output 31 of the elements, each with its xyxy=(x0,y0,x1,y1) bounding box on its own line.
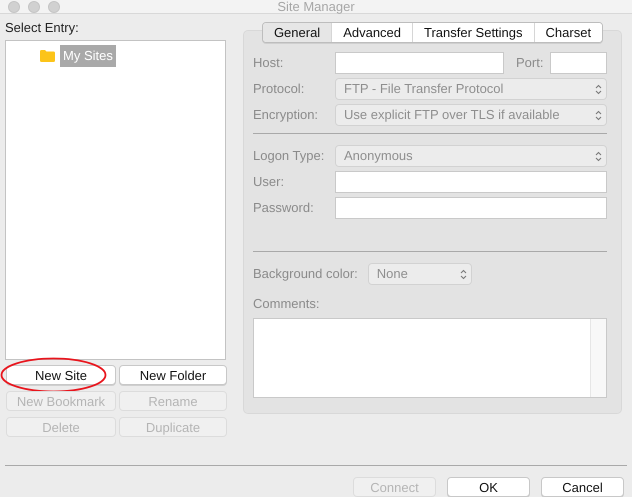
comments-field[interactable] xyxy=(253,318,607,398)
chevron-icon xyxy=(460,268,467,280)
dialog-button[interactable]: OK xyxy=(447,477,530,497)
chevron-icon xyxy=(595,110,602,120)
entry-button[interactable]: New Site xyxy=(6,365,116,385)
field-label: User: xyxy=(253,173,286,192)
input-field[interactable] xyxy=(335,52,504,74)
tab[interactable]: General xyxy=(262,23,332,42)
tree-item[interactable]: My Sites xyxy=(60,45,116,66)
chevron-icon xyxy=(595,84,602,94)
chevron-icon xyxy=(595,150,602,162)
field-label: Port: xyxy=(516,54,544,72)
dialog-button[interactable]: Cancel xyxy=(541,477,624,497)
field-label: Comments: xyxy=(253,296,320,312)
field-label: Logon Type: xyxy=(253,147,326,166)
window-control-icon[interactable] xyxy=(8,0,20,12)
field-label: Background color: xyxy=(253,266,358,282)
input-field[interactable] xyxy=(335,171,607,193)
folder-icon xyxy=(40,50,55,62)
input-field[interactable] xyxy=(550,52,607,74)
field-label: Host: xyxy=(253,54,284,72)
field-label: Protocol: xyxy=(253,80,306,98)
tab[interactable]: Charset xyxy=(534,23,602,42)
window-control-icon[interactable] xyxy=(28,0,40,12)
select-entry-label: Select Entry: xyxy=(5,20,79,36)
entry-button[interactable]: New Folder xyxy=(119,365,227,385)
field-label: Password: xyxy=(253,199,315,218)
input-field[interactable] xyxy=(335,197,607,219)
window-title: Site Manager xyxy=(277,0,355,14)
field-label: Encryption: xyxy=(253,106,320,124)
window-control-icon[interactable] xyxy=(48,0,60,12)
